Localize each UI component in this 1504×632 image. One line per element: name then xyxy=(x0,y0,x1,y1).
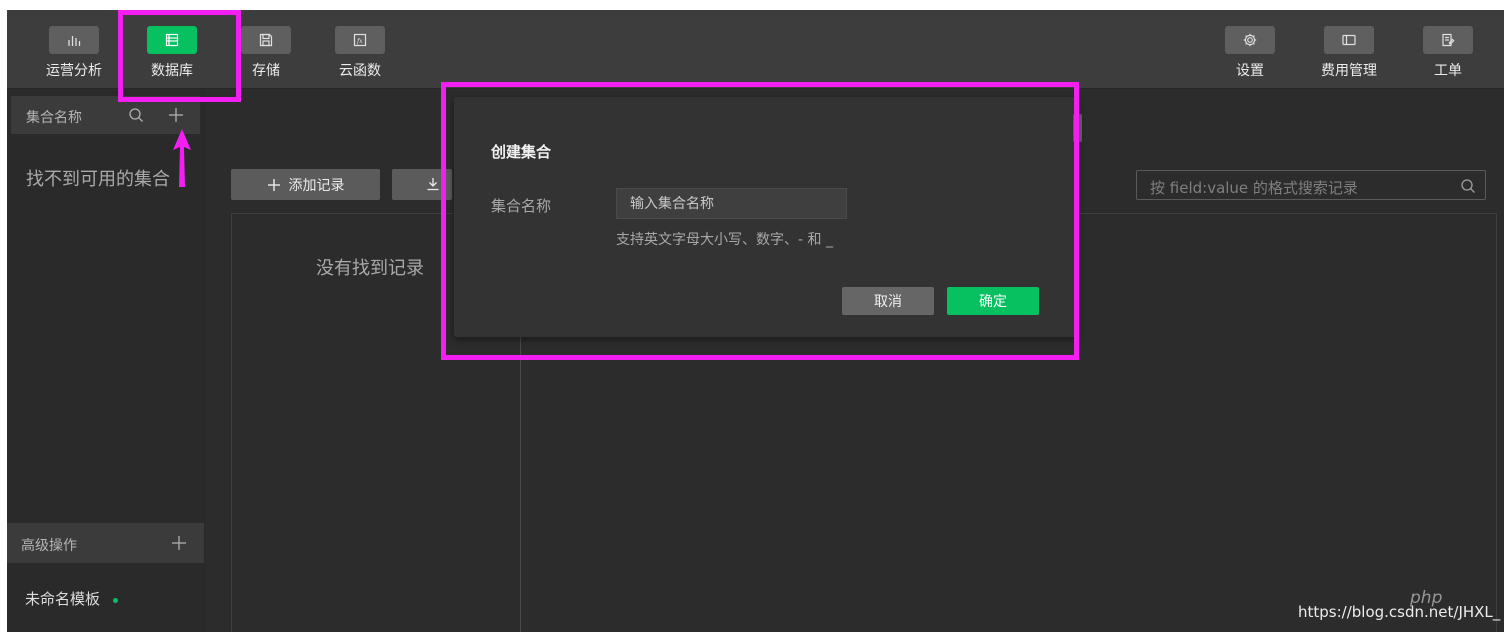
confirm-button[interactable]: 确定 xyxy=(947,287,1039,315)
storage-button[interactable] xyxy=(241,26,291,54)
collection-name-input[interactable] xyxy=(616,188,847,219)
toolbar-label-analytics: 运营分析 xyxy=(46,63,102,79)
bar-chart-icon xyxy=(68,36,81,46)
toolbar-label-billing: 费用管理 xyxy=(1321,63,1377,79)
analytics-button[interactable] xyxy=(49,26,99,54)
toolbar-item-storage[interactable]: 存储 xyxy=(221,26,311,80)
top-toolbar: 运营分析 数据库 存储 fx 云函数 设置 费用管理 工单 xyxy=(7,10,1504,89)
add-record-label: 添加记录 xyxy=(288,177,345,194)
plus-icon xyxy=(267,178,280,191)
collection-name-label: 集合名称 xyxy=(491,197,552,215)
billing-icon xyxy=(1342,34,1356,46)
database-icon xyxy=(165,33,179,47)
gear-icon xyxy=(1243,33,1257,47)
toolbar-label-database: 数据库 xyxy=(151,63,193,79)
cloud-function-icon: fx xyxy=(353,33,367,47)
template-status-dot xyxy=(113,598,118,603)
cancel-button[interactable]: 取消 xyxy=(842,287,934,315)
dialog-title: 创建集合 xyxy=(491,143,552,161)
toolbar-item-settings[interactable]: 设置 xyxy=(1205,26,1295,80)
download-icon xyxy=(427,178,439,191)
ticket-button[interactable] xyxy=(1423,26,1473,54)
csdn-url-watermark: https://blog.csdn.net/JHXL_ xyxy=(1298,603,1501,621)
import-button[interactable] xyxy=(392,169,452,200)
ticket-icon xyxy=(1442,33,1455,47)
add-template-icon[interactable] xyxy=(170,534,188,552)
empty-collection-text: 找不到可用的集合 xyxy=(26,169,170,190)
storage-icon xyxy=(259,33,273,47)
scrollbar-thumb[interactable] xyxy=(1073,114,1082,142)
toolbar-item-database[interactable]: 数据库 xyxy=(127,26,217,80)
add-collection-icon[interactable] xyxy=(167,106,185,124)
annotation-arrow-icon xyxy=(173,129,191,187)
toolbar-item-ticket[interactable]: 工单 xyxy=(1403,26,1493,80)
template-item-untitled[interactable]: 未命名模板 xyxy=(25,588,100,609)
collection-header-title: 集合名称 xyxy=(26,110,82,126)
add-record-button[interactable]: 添加记录 xyxy=(231,169,380,200)
record-search-placeholder: 按 field:value 的格式搜索记录 xyxy=(1150,179,1358,197)
cloud-function-button[interactable]: fx xyxy=(335,26,385,54)
settings-button[interactable] xyxy=(1225,26,1275,54)
toolbar-item-analytics[interactable]: 运营分析 xyxy=(29,26,119,80)
database-button[interactable] xyxy=(147,26,197,54)
search-icon[interactable] xyxy=(128,107,144,123)
toolbar-label-storage: 存储 xyxy=(252,63,280,79)
advanced-header-title: 高级操作 xyxy=(21,538,77,554)
toolbar-label-cloud-function: 云函数 xyxy=(339,63,381,79)
advanced-operations-header: 高级操作 xyxy=(7,523,204,563)
collection-name-hint: 支持英文字母大小写、数字、- 和 _ xyxy=(616,232,833,248)
billing-button[interactable] xyxy=(1324,26,1374,54)
no-records-text: 没有找到记录 xyxy=(316,258,424,279)
toolbar-item-cloud-function[interactable]: fx 云函数 xyxy=(315,26,405,80)
toolbar-label-ticket: 工单 xyxy=(1434,63,1462,79)
create-collection-dialog: 创建集合 集合名称 支持英文字母大小写、数字、- 和 _ 取消 确定 xyxy=(454,97,1077,337)
devtools-cloud-console: 运营分析 数据库 存储 fx 云函数 设置 费用管理 工单 集合名称 找不到可用… xyxy=(7,10,1504,632)
svg-text:fx: fx xyxy=(356,38,363,45)
toolbar-label-settings: 设置 xyxy=(1236,63,1264,79)
record-search-field[interactable]: 按 field:value 的格式搜索记录 xyxy=(1136,170,1486,200)
toolbar-item-billing[interactable]: 费用管理 xyxy=(1304,26,1394,80)
search-icon[interactable] xyxy=(1460,178,1476,194)
